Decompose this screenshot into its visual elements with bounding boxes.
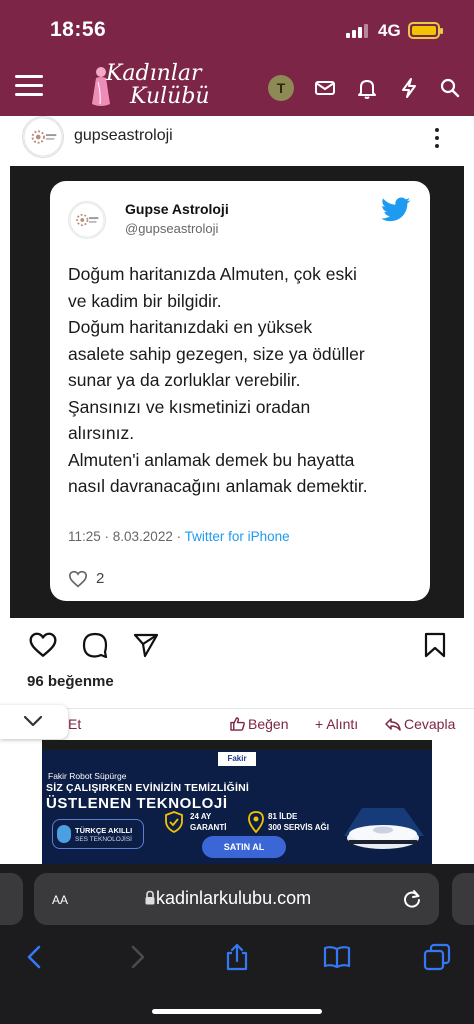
status-bar: 18:56 4G [0,0,474,60]
quote-button[interactable]: + Alıntı [315,716,358,732]
profile-avatar[interactable] [22,116,64,158]
url-text: kadinlarkulubu.com [156,888,312,908]
ad-guarantee-line: GARANTİ [190,823,227,832]
tweet-like-count: 2 [96,570,105,587]
tweet-line: ve kadim bir bilgidir. [68,290,222,311]
bolt-icon[interactable] [397,76,421,100]
thumbs-up-icon [230,717,245,731]
address-bar[interactable]: AA kadinlarkulubu.com [34,873,439,925]
instagram-post-header: gupseastroloji [0,116,474,166]
like-heart-icon[interactable] [28,631,58,659]
ad-feature-title: TÜRKÇE AKILLI [75,826,133,835]
tweet-avatar [68,201,106,239]
search-icon[interactable] [438,76,462,100]
menu-icon[interactable] [15,75,43,97]
tweet-line: asalete sahip gezegen, size ya ödüller [68,343,365,364]
tweet-line: Doğum haritanızdaki en yüksek [68,317,313,337]
ad-service-line: 81 İLDE [268,812,298,821]
network-type: 4G [378,21,401,40]
battery-icon [408,22,443,39]
bell-icon[interactable] [355,76,379,100]
microphone-icon [57,825,71,843]
reload-icon[interactable] [401,888,423,910]
ad-headline-1: SİZ ÇALIŞIRKEN EVİNİZİN TEMİZLİĞİNİ [46,782,250,794]
ad-guarantee-line: 24 AY [190,812,212,821]
ad-service: 81 İLDE 300 SERVİS AĞI [268,811,329,833]
tweet-line: Doğum haritanızda Almuten, çok eski [68,264,357,284]
ad-brand-logo: Fakir [218,752,256,766]
reply-button-label: Cevapla [404,716,456,732]
browser-toolbar: AA kadinlarkulubu.com [0,864,474,1024]
forward-icon[interactable] [122,942,152,972]
twitter-bird-icon [381,197,411,222]
tabs-icon[interactable] [422,942,452,972]
shield-check-icon [165,811,183,833]
home-indicator [152,1009,322,1014]
logo-line-1: Kadınlar [106,61,202,86]
post-actions: 96 beğenme [0,618,474,708]
tweet-text: Doğum haritanızda Almuten, çok eski ve k… [68,261,418,500]
likes-count[interactable]: 96 beğenme [27,673,114,690]
report-link[interactable]: Et [68,716,81,732]
bookmarks-icon[interactable] [322,942,352,972]
back-icon[interactable] [20,942,50,972]
reader-settings-button[interactable]: AA [52,889,68,909]
ad-guarantee: 24 AY GARANTİ [190,811,226,833]
mail-icon[interactable] [313,76,337,100]
site-logo[interactable]: Kadınlar Kulübü [106,62,210,108]
status-time: 18:56 [50,18,107,41]
like-button[interactable]: Beğen [230,716,288,732]
tweet-source: Twitter for iPhone [184,529,290,544]
site-header-background: 18:56 4G Kadınlar Kulübü T [0,0,474,116]
more-options-icon[interactable] [434,128,440,148]
tweet-line: alırsınız. [68,423,135,443]
ad-service-line: 300 SERVİS AĞI [268,823,329,832]
location-pin-icon [248,811,264,833]
tweet-line: Almuten'i anlamak demek bu hayatta [68,449,355,470]
bookmark-icon[interactable] [420,631,450,659]
forum-action-bar: Et Beğen + Alıntı Cevapla [0,705,474,740]
comment-icon[interactable] [80,631,110,659]
aa-label: AA [52,893,69,907]
share-sheet-icon[interactable] [222,942,252,972]
tweet-line: sunar ya da zorluklar verebilir. [68,370,301,390]
next-tab-preview[interactable] [452,873,474,925]
tweet-timestamp: 11:25 · 8.03.2022 · [68,529,185,544]
like-button-label: Beğen [248,716,289,732]
reply-button[interactable]: Cevapla [385,716,455,732]
ad-top-strip [42,740,432,750]
user-avatar[interactable]: T [268,75,294,101]
ad-feature-subtitle: SES TEKNOLOJİSİ [75,836,132,843]
ad-feature-voice: TÜRKÇE AKILLI SES TEKNOLOJİSİ [52,819,144,849]
previous-tab-preview[interactable] [0,873,23,925]
tweet-display-name: Gupse Astroloji [125,201,229,217]
cellular-signal-icon [346,24,372,38]
ad-banner[interactable]: Fakir Fakir Robot Süpürge SİZ ÇALIŞIRKEN… [42,740,432,864]
tweet-line: Şansınızı ve kısmetinizi oradan [68,396,311,417]
collapse-toggle[interactable] [0,705,68,739]
ad-headline-2: ÜSTLENEN TEKNOLOJİ [46,795,228,812]
post-image[interactable]: Gupse Astroloji @gupseastroloji Doğum ha… [10,166,464,618]
heart-icon [68,570,88,588]
reply-icon [385,718,401,731]
post-username[interactable]: gupseastroloji [74,127,173,145]
site-navbar: Kadınlar Kulübü T [0,60,474,116]
ad-subtitle: Fakir Robot Süpürge [48,771,127,781]
tweet-meta: 11:25 · 8.03.2022 · Twitter for iPhone [68,529,290,544]
tweet-line: nasıl davranacağını anlamak demektir. [68,476,368,496]
tweet-card: Gupse Astroloji @gupseastroloji Doğum ha… [50,181,430,601]
logo-line-2: Kulübü [130,84,210,109]
tweet-handle: @gupseastroloji [125,221,219,236]
ad-buy-button[interactable]: SATIN AL [202,836,286,858]
robot-vacuum-image [344,808,424,849]
lock-icon [145,890,155,905]
chevron-down-icon [23,715,43,727]
share-icon[interactable] [131,631,161,659]
